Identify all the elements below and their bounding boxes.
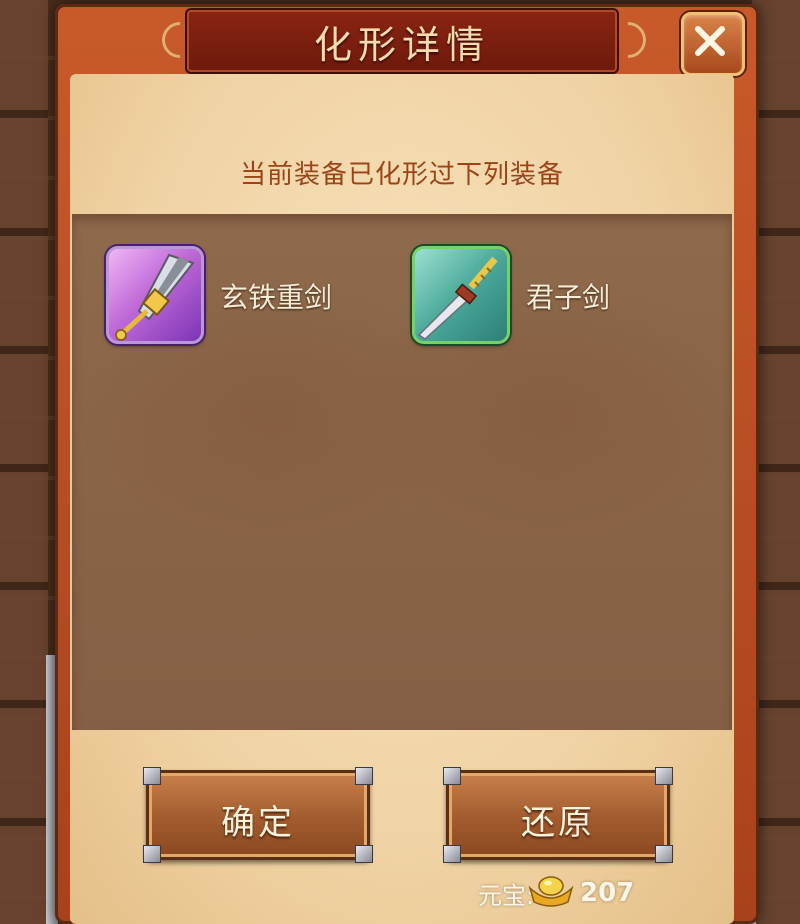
confirm-button-label: 确定 [221, 803, 295, 843]
corner-ornament [143, 767, 161, 785]
corner-ornament [655, 845, 673, 863]
gold-ingot-icon [528, 876, 574, 907]
corner-ornament [443, 767, 461, 785]
equipment-name: 玄铁重剑 [220, 281, 333, 314]
gentleman-sword-icon[interactable] [412, 246, 510, 344]
corner-ornament [443, 845, 461, 863]
equipment-name: 君子剑 [526, 281, 611, 314]
background-pillar-left [0, 0, 48, 924]
equipment-item[interactable]: 玄铁重剑 [106, 246, 386, 344]
corner-ornament [355, 845, 373, 863]
background-pillar-right [752, 0, 800, 924]
equipment-item[interactable]: 君子剑 [412, 246, 672, 344]
transformed-equipment-list: 玄铁重剑 君子剑 [72, 214, 732, 730]
game-screen: 化形详情 当前装备已化形过下列装备 玄铁重剑 君子剑 确定 还原 元宝: 207 [0, 0, 800, 924]
corner-ornament [143, 845, 161, 863]
restore-button[interactable]: 还原 [443, 767, 673, 863]
heavy-iron-sword-icon[interactable] [106, 246, 204, 344]
corner-ornament [655, 767, 673, 785]
dialog-title: 化形详情 [313, 23, 490, 67]
close-x-icon [695, 26, 725, 56]
currency-amount: 207 [580, 878, 635, 908]
close-button[interactable] [681, 12, 745, 76]
restore-button-label: 还原 [521, 803, 595, 843]
dialog-subtitle: 当前装备已化形过下列装备 [239, 160, 564, 190]
corner-ornament [355, 767, 373, 785]
currency-label: 元宝: [478, 882, 535, 910]
confirm-button[interactable]: 确定 [143, 767, 373, 863]
